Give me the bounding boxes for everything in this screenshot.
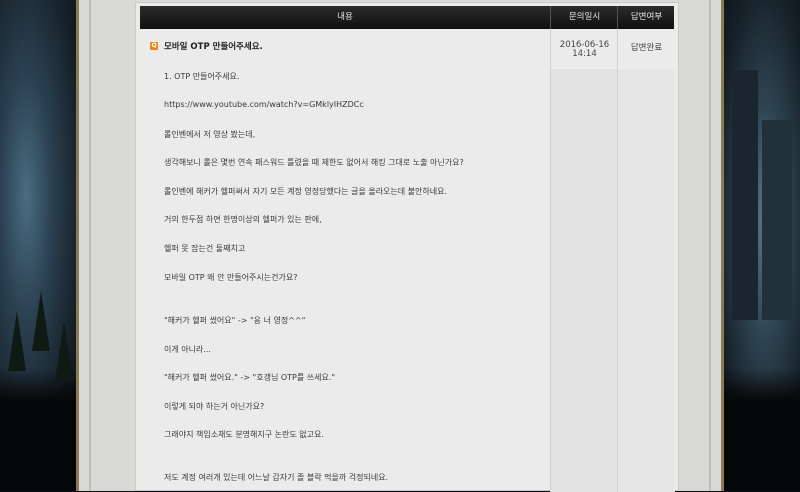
castle-tower <box>732 70 758 320</box>
body-line: 모바일 OTP 왜 안 만들어주시는건가요? <box>164 273 298 282</box>
header-content: 내용 <box>337 12 353 22</box>
body-line: 헬퍼 못 잡는건 둘째치고 <box>164 244 246 253</box>
inquiry-date: 2016-06-16 14:14 <box>559 40 610 59</box>
content-frame: 내용 문의일시 답변여부 2016-06-16 14:14 답변완료 Q 모바일… <box>76 0 724 492</box>
body-line: "해커가 헬퍼 썼어요." -> "호갱님 OTP를 쓰세요." <box>164 373 336 382</box>
body-line: "해커가 헬퍼 썼어요" -> "응 너 영정^^" <box>164 316 306 325</box>
body-link[interactable]: https://www.youtube.com/watch?v=GMklyIHZ… <box>164 100 364 109</box>
body-line: 롤인벤에 해커가 헬퍼써서 자기 모든 계정 영정당했다는 글을 올라오는데 불… <box>164 187 448 196</box>
body-line: 생각해보니 롤은 몇번 연속 패스워드 틀렸을 때 제한도 없어서 해킹 그대로… <box>164 158 464 167</box>
body-line: 이게 아니라... <box>164 345 211 354</box>
body-line: 저도 계정 여러개 있는데 어느날 갑자기 졸 블락 먹을까 걱정되네요. <box>164 473 389 482</box>
answer-status: 답변완료 <box>630 43 663 53</box>
tree-silhouette <box>55 321 73 381</box>
tree-silhouette <box>32 291 50 351</box>
question-icon: Q <box>150 42 158 50</box>
date-column: 2016-06-16 14:14 <box>550 29 618 492</box>
tree-silhouette <box>8 311 26 371</box>
background-right <box>712 0 800 491</box>
table-header: 내용 문의일시 답변여부 <box>140 6 674 29</box>
body-line: 거의 한두점 하면 한명이상의 헬퍼가 있는 판에, <box>164 215 322 224</box>
background-left <box>0 0 88 491</box>
status-column: 답변완료 <box>617 29 675 492</box>
castle-tower <box>762 120 792 320</box>
body-line: 롤인벤에서 저 영상 봤는데, <box>164 130 256 139</box>
body-line: 그래야지 책임소재도 분명해지구 논란도 없고요. <box>164 430 324 439</box>
inquiry-panel: 내용 문의일시 답변여부 2016-06-16 14:14 답변완료 Q 모바일… <box>135 2 679 492</box>
header-date: 문의일시 <box>550 6 618 29</box>
header-status: 답변여부 <box>617 6 675 29</box>
body-line: 이렇게 되야 하는거 아닌가요? <box>164 402 265 411</box>
body-line: 1. OTP 만들어주세요. <box>164 72 240 81</box>
inquiry-title[interactable]: 모바일 OTP 만들어주세요. <box>164 40 263 52</box>
